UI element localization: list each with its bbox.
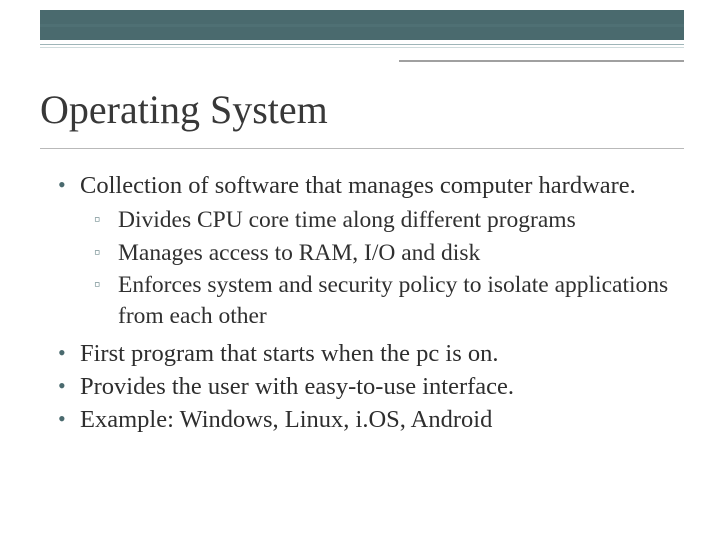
header-band-inner-line [40,24,684,27]
sub-list-item-text: Divides CPU core time along different pr… [118,207,576,233]
header-divider [40,44,684,48]
sub-list-item-text: Enforces system and security policy to i… [118,272,668,329]
slide-content: Collection of software that manages comp… [50,170,680,438]
bullet-list: Collection of software that manages comp… [50,170,680,436]
title-divider [40,148,684,149]
list-item: Provides the user with easy-to-use inter… [50,371,680,402]
list-item: Example: Windows, Linux, i.OS, Android [50,404,680,435]
list-item: Collection of software that manages comp… [50,170,680,332]
sub-list-item: Manages access to RAM, I/O and disk [80,238,680,269]
sub-bullet-list: Divides CPU core time along different pr… [80,205,680,331]
list-item-text: Example: Windows, Linux, i.OS, Android [80,406,492,433]
sub-list-item-text: Manages access to RAM, I/O and disk [118,240,480,266]
sub-list-item: Divides CPU core time along different pr… [80,205,680,236]
list-item: First program that starts when the pc is… [50,338,680,369]
header-short-rule [399,60,684,62]
list-item-text: Provides the user with easy-to-use inter… [80,373,514,400]
header-band [40,10,684,40]
slide-title: Operating System [40,86,328,133]
list-item-text: First program that starts when the pc is… [80,340,498,367]
sub-list-item: Enforces system and security policy to i… [80,270,680,331]
list-item-text: Collection of software that manages comp… [80,172,636,199]
slide: Operating System Collection of software … [0,0,720,540]
